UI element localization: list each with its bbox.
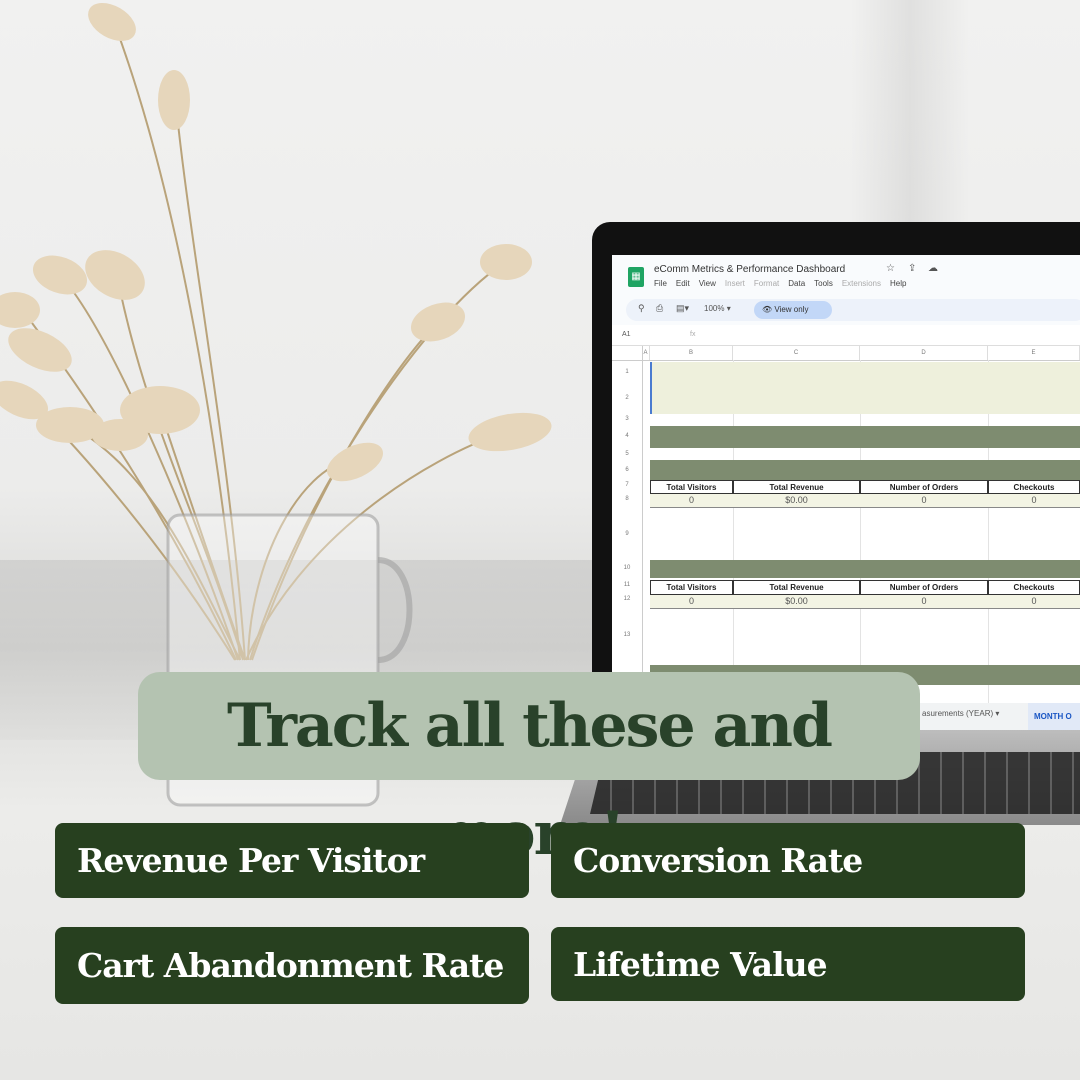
view-only-button[interactable]: 👁 View only [754,301,832,319]
sheets-logo-icon: ▦ [628,267,644,287]
header-checkouts: Checkouts [988,580,1080,595]
menu-tools[interactable]: Tools [814,279,833,288]
spreadsheet-screen: ▦ eComm Metrics & Performance Dashboard … [612,255,1080,730]
row-number[interactable]: 13 [612,632,642,638]
title-area[interactable] [650,362,1080,414]
row-number[interactable]: 5 [612,451,642,457]
view-only-label: View only [774,305,809,314]
zoom-select[interactable]: 100% ▾ [704,304,731,313]
zoom-value: 100% [704,304,725,313]
row-number[interactable]: 2 [612,395,642,401]
row-number[interactable]: 10 [612,565,642,571]
row-number[interactable]: 7 [612,482,642,488]
move-icon[interactable]: ⇪ [908,263,916,274]
metric-revenue-per-visitor: Revenue Per Visitor [55,823,529,898]
format-icon[interactable]: ▤▾ [676,303,689,314]
value-number-of-orders[interactable]: 0 [860,595,988,609]
row-number[interactable]: 11 [612,582,642,588]
col-header-e[interactable]: E [988,346,1080,360]
star-icon[interactable]: ☆ [886,263,895,274]
fx-icon: fx [690,331,696,338]
value-number-of-orders[interactable]: 0 [860,494,988,508]
row-number[interactable]: 9 [612,531,642,537]
metric-lifetime-value: Lifetime Value [551,927,1025,1001]
menu-file[interactable]: File [654,279,667,288]
doc-title: eComm Metrics & Performance Dashboard [654,264,846,275]
row-number[interactable]: 6 [612,467,642,473]
value-total-revenue[interactable]: $0.00 [733,494,860,508]
menu-bar: File Edit View Insert Format Data Tools … [654,279,906,288]
menu-help[interactable]: Help [890,279,906,288]
section-band [650,460,1080,480]
col-header-b[interactable]: B [650,346,733,360]
cloud-icon: ☁ [928,263,938,274]
value-total-visitors[interactable]: 0 [650,595,733,609]
row-number[interactable]: 1 [612,369,642,375]
row-number[interactable]: 4 [612,433,642,439]
headline: Track all these and more! [138,672,920,869]
header-checkouts: Checkouts [988,480,1080,494]
menu-view[interactable]: View [699,279,716,288]
value-total-visitors[interactable]: 0 [650,494,733,508]
col-header-d[interactable]: D [860,346,988,360]
header-total-visitors: Total Visitors [650,480,733,494]
header-number-of-orders: Number of Orders [860,480,988,494]
col-header-a[interactable]: A [642,346,650,360]
section-band [650,560,1080,578]
sheet-tab-year-label: asurements (YEAR) [922,709,994,718]
menu-edit[interactable]: Edit [676,279,690,288]
value-checkouts[interactable]: 0 [988,494,1080,508]
header-total-visitors: Total Visitors [650,580,733,595]
row-number[interactable]: 12 [612,596,642,602]
row-number[interactable]: 8 [612,496,642,502]
header-total-revenue: Total Revenue [733,480,860,494]
metric-conversion-rate: Conversion Rate [551,823,1025,898]
menu-insert[interactable]: Insert [725,279,745,288]
section-band [650,426,1080,448]
menu-data[interactable]: Data [788,279,805,288]
metric-cart-abandonment-rate: Cart Abandonment Rate [55,927,529,1004]
value-checkouts[interactable]: 0 [988,595,1080,609]
cell-reference[interactable]: A1 [622,331,631,338]
header-number-of-orders: Number of Orders [860,580,988,595]
value-total-revenue[interactable]: $0.00 [733,595,860,609]
header-total-revenue: Total Revenue [733,580,860,595]
search-icon[interactable]: ⚲ [638,303,645,314]
print-icon[interactable]: ⎙ [656,303,663,314]
menu-format[interactable]: Format [754,279,779,288]
sheet-tab-month[interactable]: MONTH O [1028,703,1080,730]
row-number[interactable]: 3 [612,416,642,422]
col-header-c[interactable]: C [733,346,860,360]
sheet-tab-year[interactable]: asurements (YEAR) ▾ [922,709,999,718]
menu-extensions[interactable]: Extensions [842,279,881,288]
